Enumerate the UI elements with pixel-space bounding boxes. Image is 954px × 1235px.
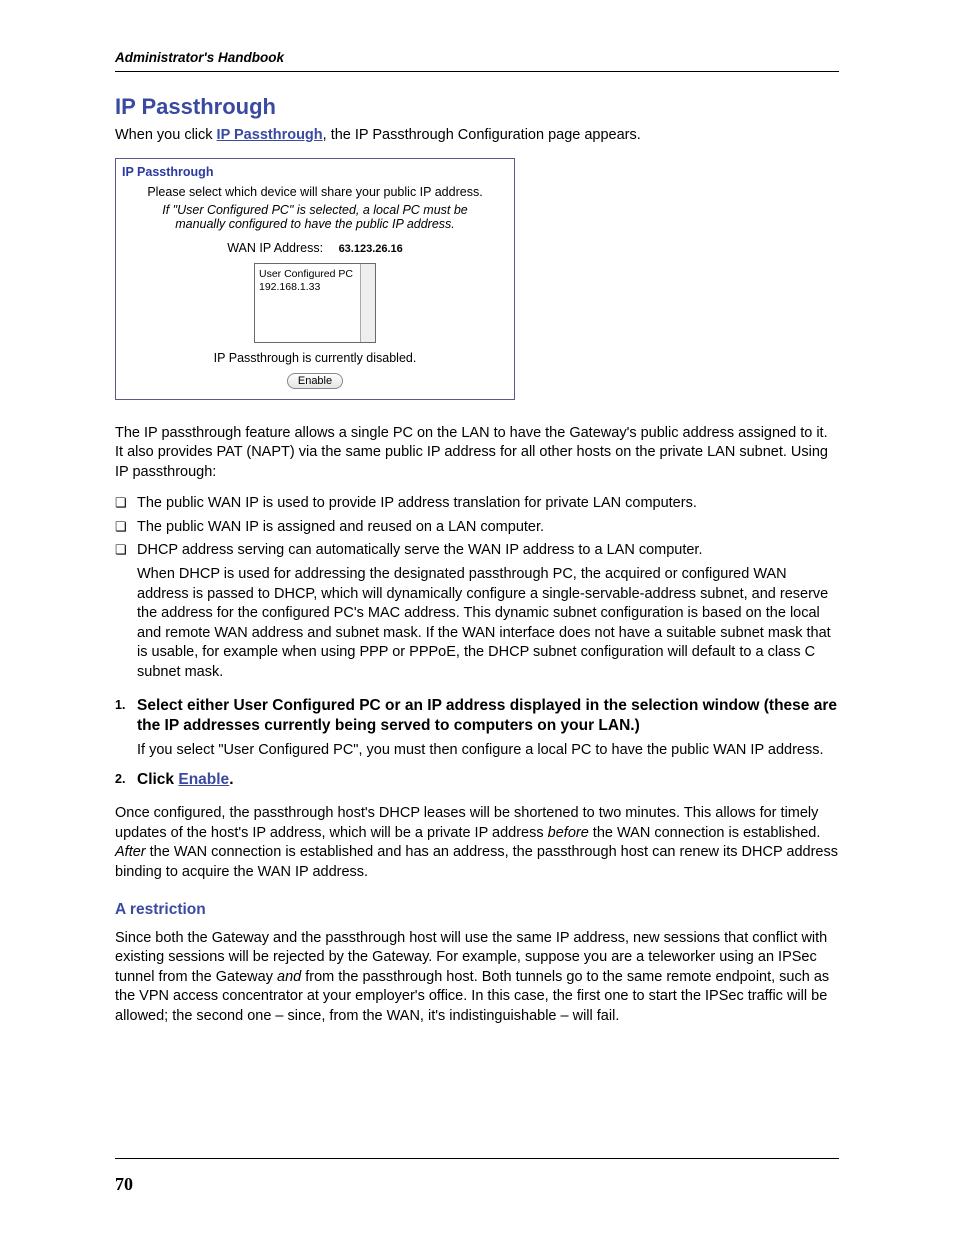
listbox-option-user-configured[interactable]: User Configured PC xyxy=(259,268,356,281)
ip-passthrough-panel: IP Passthrough Please select which devic… xyxy=(115,158,515,400)
panel-status: IP Passthrough is currently disabled. xyxy=(126,351,504,365)
bullet-icon: ❏ xyxy=(115,542,127,557)
step-number-2: 2. xyxy=(115,770,137,789)
restriction-paragraph: Since both the Gateway and the passthrou… xyxy=(115,929,839,1027)
wan-ip-label: WAN IP Address: xyxy=(227,241,323,255)
restrict-b: and xyxy=(277,969,301,985)
ip-passthrough-link[interactable]: IP Passthrough xyxy=(217,127,323,143)
section-title: IP Passthrough xyxy=(115,94,839,120)
step-number-1: 1. xyxy=(115,696,137,715)
bullet-icon: ❏ xyxy=(115,519,127,534)
panel-note: If "User Configured PC" is selected, a l… xyxy=(144,203,486,231)
enable-button[interactable]: Enable xyxy=(287,373,343,389)
bullet-2: The public WAN IP is assigned and reused… xyxy=(137,518,839,538)
bullet-icon: ❏ xyxy=(115,495,127,510)
step-2-post: . xyxy=(229,771,233,788)
restriction-heading: A restriction xyxy=(115,901,839,919)
numbered-list: 1. Select either User Configured PC or a… xyxy=(115,696,839,790)
step-2: Click Enable. xyxy=(137,770,839,790)
panel-instruction: Please select which device will share yo… xyxy=(126,185,504,199)
intro-text-post: , the IP Passthrough Configuration page … xyxy=(323,127,641,143)
running-header: Administrator's Handbook xyxy=(115,50,839,65)
listbox-option-ip[interactable]: 192.168.1.33 xyxy=(259,281,356,294)
step-1: Select either User Configured PC or an I… xyxy=(137,696,839,736)
panel-title: IP Passthrough xyxy=(116,159,514,183)
listbox-scrollbar[interactable] xyxy=(360,264,376,342)
bullet-3-detail: When DHCP is used for addressing the des… xyxy=(137,565,839,682)
bullet-list: ❏ The public WAN IP is used to provide I… xyxy=(115,494,839,682)
section-intro: When you click IP Passthrough, the IP Pa… xyxy=(115,126,839,146)
step-2-pre: Click xyxy=(137,771,178,788)
wan-ip-value: 63.123.26.16 xyxy=(339,243,403,255)
after-d: After xyxy=(115,844,146,860)
header-rule xyxy=(115,71,839,72)
step-1-detail: If you select "User Configured PC", you … xyxy=(137,741,839,761)
after-b: before xyxy=(548,825,589,841)
bullet-1: The public WAN IP is used to provide IP … xyxy=(137,494,839,514)
after-e: the WAN connection is established and ha… xyxy=(115,844,838,880)
enable-link[interactable]: Enable xyxy=(178,771,229,788)
feature-paragraph: The IP passthrough feature allows a sing… xyxy=(115,424,839,483)
page-number: 70 xyxy=(115,1174,133,1195)
after-steps-paragraph: Once configured, the passthrough host's … xyxy=(115,804,839,882)
bullet-3: DHCP address serving can automatically s… xyxy=(137,541,839,561)
intro-text-pre: When you click xyxy=(115,127,217,143)
device-listbox[interactable]: User Configured PC 192.168.1.33 xyxy=(254,263,376,343)
after-c: the WAN connection is established. xyxy=(589,825,821,841)
footer-rule xyxy=(115,1158,839,1159)
